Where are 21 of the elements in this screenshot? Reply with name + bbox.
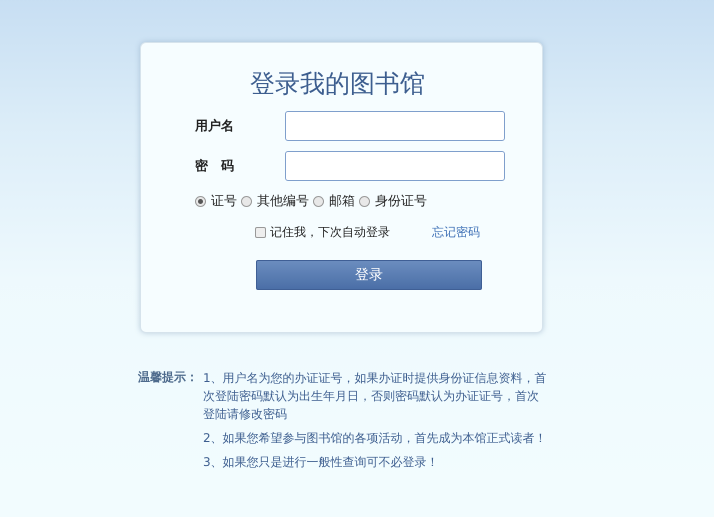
field-label: 密 码 [195,158,235,175]
forgot-password-link[interactable]: 忘记密码 [432,224,480,240]
radio-button[interactable] [359,196,370,206]
checkbox-label: 记住我，下次自动登录 [270,224,391,240]
radio-button[interactable] [313,196,324,206]
input-field[interactable] [285,111,505,141]
radio-button[interactable] [195,196,206,206]
input-field[interactable] [285,151,505,181]
tip-text: 1、用户名为您的办证证号，如果办证时提供身份证信息资料，首次登陆密码默认为出生年月日，否则密码默认为办证证号，首次登陆请修改密码 [203,370,548,423]
radio-label: 证号 [211,193,237,210]
radio-label: 身份证号 [375,193,427,210]
radio-label: 其他编号 [257,193,309,210]
login-title: 登录我的图书馆 [249,68,426,100]
radio-label: 邮箱 [329,193,355,210]
field-label: 用户名 [195,118,235,135]
tips-heading: 温馨提示： [138,369,199,386]
tip-text: 2、如果您希望参与图书馆的各项活动，首先成为本馆正式读者！ [203,430,548,447]
login-button[interactable]: 登录 [256,260,482,290]
tip-text: 3、如果您只是进行一般性查询可不必登录！ [203,454,440,471]
checkbox[interactable] [255,226,266,238]
radio-button[interactable] [241,196,252,206]
